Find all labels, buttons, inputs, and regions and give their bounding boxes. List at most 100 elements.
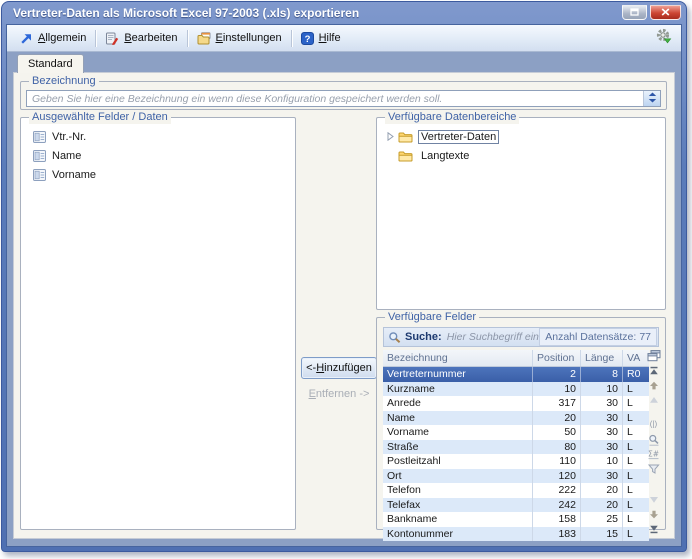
cell-bezeichnung: Vertreternummer [383,367,533,382]
window-controls [622,3,681,21]
arrow-up-right-icon [20,32,33,45]
expand-arrow-icon[interactable] [387,132,398,141]
tree-node-label: Langtexte [421,149,470,162]
table-row[interactable]: Straße 80 30 L [383,439,649,454]
titlebar[interactable]: Vertreter-Daten als Microsoft Excel 97-2… [6,2,682,24]
combo-arrows-icon [648,90,657,108]
data-areas-tree: Vertreter-Daten Langtexte [377,118,665,165]
bezeichnung-groupbox: Bezeichnung Geben Sie hier eine Bezeichn… [20,75,667,110]
table-row[interactable]: Telefax 242 20 L [383,497,649,512]
cell-laenge: 8 [581,367,623,382]
column-header-bezeichnung[interactable]: Bezeichnung [383,350,533,366]
table-row[interactable]: Name 20 30 L [383,410,649,425]
close-button[interactable] [650,3,681,21]
field-icon [33,130,46,143]
move-last-icon[interactable] [646,525,661,534]
grid-navigator: (|) Σ# [645,350,662,534]
selected-fields-caption: Ausgewählte Felder / Daten [29,111,171,124]
search-icon [388,331,401,344]
table-row[interactable]: Ort 120 30 L [383,468,649,483]
move-down-icon[interactable] [646,510,661,519]
cell-bezeichnung: Ort [383,468,533,483]
table-row[interactable]: Vertreternummer 2 8 R0 [383,367,649,382]
column-header-laenge[interactable]: Länge [581,350,623,366]
bezeichnung-placeholder: Geben Sie hier eine Bezeichnung ein wenn… [32,92,443,105]
cell-laenge: 30 [581,468,623,483]
tree-node-label: Vertreter-Daten [418,129,500,144]
restore-icon [630,3,639,21]
table-row[interactable]: Anrede 317 30 L [383,396,649,411]
screen: Vertreter-Daten als Microsoft Excel 97-2… [0,0,692,559]
cell-bezeichnung: Telefon [383,483,533,498]
table-row[interactable]: Bankname 158 25 L [383,512,649,527]
toolbar-item-einstellungen[interactable]: Einstellungen [190,30,289,47]
search-bar[interactable]: Suche: Hier Suchbegriff eingebe Anzahl D… [383,327,659,347]
bezeichnung-dropdown-button[interactable] [643,91,660,106]
cell-laenge: 10 [581,454,623,469]
search-input[interactable]: Hier Suchbegriff eingebe [447,331,540,343]
column-header-position[interactable]: Position [533,350,581,366]
cell-bezeichnung: Anrede [383,396,533,411]
fields-table-header[interactable]: Bezeichnung Position Länge VA [383,350,649,367]
tab-standard[interactable]: Standard [17,54,84,73]
toolbar-item-bearbeiten[interactable]: Bearbeiten [98,30,184,47]
cell-laenge: 25 [581,512,623,527]
tree-node[interactable]: Vertreter-Daten [387,127,665,146]
toolbar-right[interactable] [655,28,675,49]
table-row[interactable]: Postleitzahl 110 10 L [383,454,649,469]
cell-laenge: 30 [581,410,623,425]
cell-bezeichnung: Name [383,410,533,425]
cell-position: 20 [533,410,581,425]
table-row[interactable]: Kurzname 10 10 L [383,381,649,396]
folder-icon [398,150,413,162]
window-title: Vertreter-Daten als Microsoft Excel 97-2… [13,6,360,20]
toolbar-item-hilfe[interactable]: ? Hilfe [294,30,348,47]
tree-node[interactable]: Langtexte [387,146,665,165]
close-icon [661,3,670,21]
cell-position: 10 [533,381,581,396]
cell-position: 120 [533,468,581,483]
toolbar-item-allgemein[interactable]: Allgemein [13,30,93,47]
cell-bezeichnung: Bankname [383,512,533,527]
table-row[interactable]: Vorname 50 30 L [383,425,649,440]
cell-position: 50 [533,425,581,440]
add-button[interactable]: <- Hinzufügen [301,357,377,379]
record-count-badge: Anzahl Datensätze: 77 [539,328,657,346]
list-item[interactable]: Vorname [33,165,295,184]
cell-bezeichnung: Straße [383,439,533,454]
dialog-client-area: Standard Bezeichnung Geben Sie hier eine… [7,52,681,546]
restore-button[interactable] [622,3,647,21]
cell-position: 183 [533,526,581,541]
settings-window-icon [197,31,211,45]
tab-page-standard: Bezeichnung Geben Sie hier eine Bezeichn… [13,72,675,541]
move-up-icon[interactable] [646,381,661,390]
cell-laenge: 20 [581,483,623,498]
svg-text:Σ#: Σ# [648,450,659,459]
search-record-icon[interactable] [646,434,661,446]
page-up-icon[interactable] [646,396,661,404]
list-item[interactable]: Name [33,146,295,165]
cell-laenge: 30 [581,439,623,454]
bezeichnung-combobox[interactable]: Geben Sie hier eine Bezeichnung ein wenn… [26,90,661,107]
edit-pen-icon [105,32,119,45]
data-areas-groupbox: Verfügbare Datenbereiche Vertreter-Daten… [376,111,666,310]
cell-bezeichnung: Postleitzahl [383,454,533,469]
help-icon: ? [300,31,314,45]
edit-record-icon[interactable]: (|) [646,419,661,429]
toolbar-separator [186,29,188,47]
list-item-label: Vorname [52,168,97,181]
table-row[interactable]: Kontonummer 183 15 L [383,526,649,541]
list-item-label: Name [52,149,82,162]
cell-position: 158 [533,512,581,527]
list-item[interactable]: Vtr.-Nr. [33,127,295,146]
toolbar-items: Allgemein Bearbeiten Einstellungen ? Hilfe [13,29,348,47]
bezeichnung-caption: Bezeichnung [29,75,99,88]
list-item-label: Vtr.-Nr. [52,130,87,143]
move-first-icon[interactable] [646,366,661,375]
sum-icon[interactable]: Σ# [646,449,661,460]
toolbar-separator [95,29,97,47]
table-row[interactable]: Telefon 222 20 L [383,483,649,498]
column-chooser-icon[interactable] [646,350,661,362]
page-down-icon[interactable] [646,496,661,504]
filter-icon[interactable] [646,464,661,474]
